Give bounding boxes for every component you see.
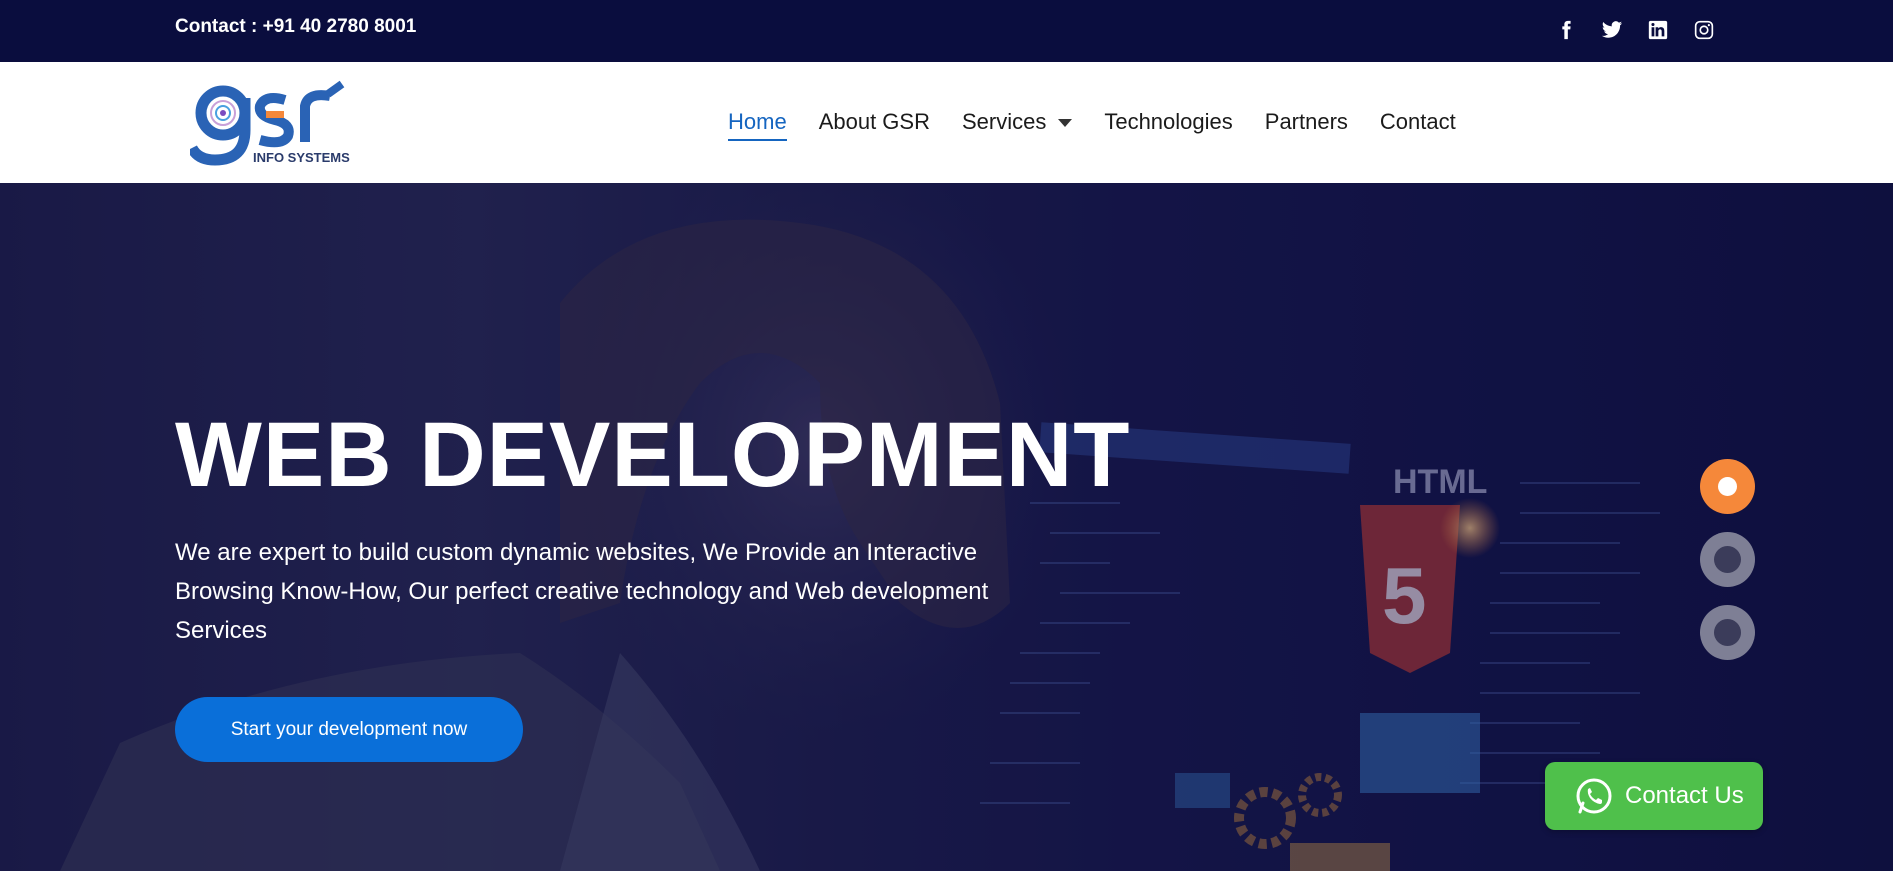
whatsapp-icon: [1576, 778, 1612, 814]
nav-partners[interactable]: Partners: [1265, 109, 1348, 135]
hero-title: WEB DEVELOPMENT: [175, 404, 1131, 506]
top-bar: Contact : +91 40 2780 8001: [0, 0, 1893, 62]
slide-dot-2[interactable]: [1700, 532, 1755, 587]
slide-dot-1[interactable]: [1700, 459, 1755, 514]
nav-contact[interactable]: Contact: [1380, 109, 1456, 135]
main-nav: Home About GSR Services Technologies Par…: [728, 109, 1456, 141]
nav-services[interactable]: Services: [962, 109, 1073, 135]
nav-about-gsr[interactable]: About GSR: [819, 109, 930, 135]
logo-subtitle: INFO SYSTEMS: [253, 150, 350, 165]
hero-description: We are expert to build custom dynamic we…: [175, 539, 989, 644]
whatsapp-contact-button[interactable]: Contact Us: [1545, 762, 1763, 830]
linkedin-icon[interactable]: [1645, 17, 1671, 43]
social-links: [1553, 17, 1717, 43]
nav-home[interactable]: Home: [728, 109, 787, 141]
whatsapp-label: Contact Us: [1625, 782, 1744, 809]
chevron-down-icon: [1058, 119, 1073, 127]
slider-pagination: [1700, 459, 1755, 678]
start-development-button[interactable]: Start your development now: [175, 697, 523, 762]
slide-dot-3[interactable]: [1700, 605, 1755, 660]
facebook-icon[interactable]: [1553, 17, 1579, 43]
main-header: INFO SYSTEMS Home About GSR Services Tec…: [0, 62, 1893, 183]
contact-phone[interactable]: Contact : +91 40 2780 8001: [175, 16, 416, 38]
gsr-logo[interactable]: INFO SYSTEMS: [187, 78, 370, 168]
nav-technologies[interactable]: Technologies: [1104, 109, 1232, 135]
twitter-icon[interactable]: [1599, 17, 1625, 43]
instagram-icon[interactable]: [1691, 17, 1717, 43]
